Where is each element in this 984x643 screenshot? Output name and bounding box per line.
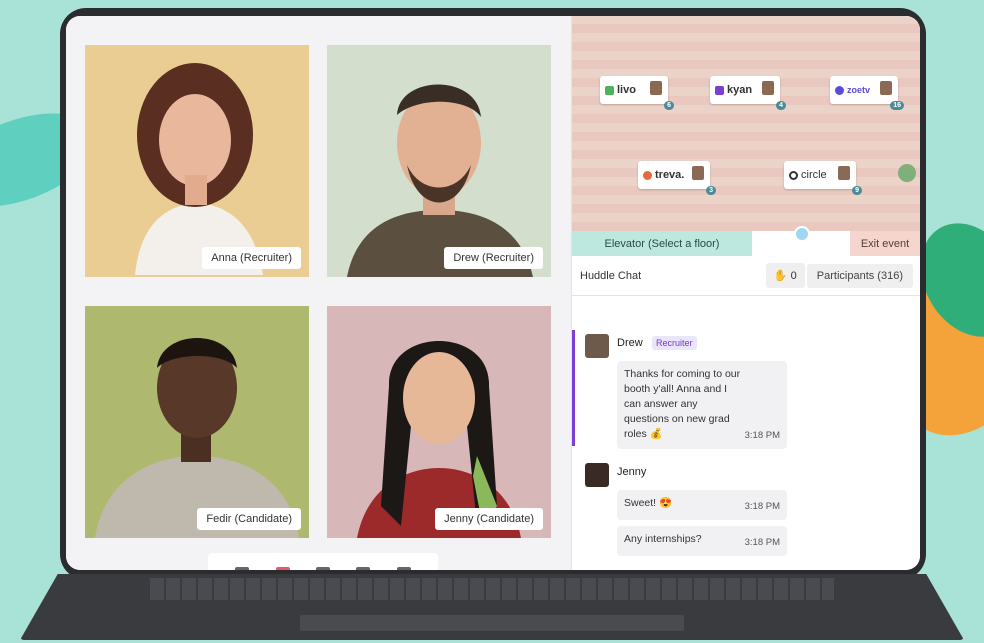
name-tag: Drew (Recruiter) [444,247,543,269]
booth-label: circle [801,169,827,181]
hand-icon: ✋ [773,270,788,282]
booth-label: kyan [727,84,753,96]
message-text: Thanks for coming to our booth y'all! An… [624,368,741,440]
elevator-indicator-icon [794,226,810,242]
avatar [762,81,774,95]
avatar-drew [585,334,609,358]
booth-label: livo [617,84,636,96]
booth-circle[interactable]: circle 9 [784,161,862,195]
participant-video-jenny [357,341,521,538]
exit-event-button[interactable]: Exit event [850,231,920,256]
participants-button[interactable]: Participants (316) [806,263,913,288]
event-floor-map: livo 6 kyan 4 zoetv 16 treva. 3 circle 9 [572,16,920,242]
booth-count: 16 [890,101,904,110]
raised-hands-count: 0 [790,270,797,282]
booth-label: zoetv [847,85,871,95]
screen-share-button[interactable] [396,567,411,570]
active-message-indicator [572,330,575,446]
booth-count: 9 [852,186,862,195]
booth-count: 6 [664,101,674,110]
settings-button[interactable] [235,567,250,570]
message-time: 3:18 PM [744,537,780,548]
event-sidebar: livo 6 kyan 4 zoetv 16 treva. 3 circle 9… [571,16,920,570]
chat-messages: Drew Recruiter Thanks for coming to our … [572,297,920,570]
chat-message: Any internships? 3:18 PM [617,526,787,556]
avatar [880,81,892,95]
camera-off-button[interactable] [275,567,290,570]
booth-kyan[interactable]: kyan 4 [710,76,786,110]
plant-icon [898,164,916,182]
laptop: Anna (Recruiter) Drew (Recruiter) Fedir … [60,8,926,580]
laptop-keyboard [150,578,834,600]
message-time: 3:18 PM [744,430,780,441]
mic-button[interactable] [315,567,330,570]
video-tile-fedir[interactable]: Fedir (Candidate) [85,306,309,538]
kyan-logo-icon [715,85,724,95]
message-author: Drew [617,337,643,349]
booth-livo[interactable]: livo 6 [600,76,674,110]
booth-count: 3 [706,186,716,195]
booth-treva[interactable]: treva. 3 [638,161,716,195]
chat-message: Sweet! 😍 3:18 PM [617,490,787,520]
name-tag: Anna (Recruiter) [202,247,301,269]
booth-count: 4 [776,101,786,110]
video-tile-anna[interactable]: Anna (Recruiter) [85,45,309,277]
message-time: 3:18 PM [744,501,780,512]
avatar-jenny [585,463,609,487]
name-tag: Jenny (Candidate) [435,508,543,530]
circle-logo-icon [789,170,798,180]
video-grid: Anna (Recruiter) Drew (Recruiter) Fedir … [66,16,571,570]
role-badge: Recruiter [652,336,697,350]
chat-message: Thanks for coming to our booth y'all! An… [617,361,787,449]
participant-video-anna [135,63,263,275]
message-author: Jenny [617,466,647,478]
participant-video-drew [347,84,533,277]
participant-video-fedir [95,338,299,538]
booth-label: treva. [655,169,685,181]
booth-zoetv[interactable]: zoetv 16 [830,76,904,110]
app-screen: Anna (Recruiter) Drew (Recruiter) Fedir … [66,16,920,570]
livo-logo-icon [605,85,614,95]
huddle-header: Huddle Chat ✋ 0 Participants (316) [572,256,920,296]
name-tag: Fedir (Candidate) [197,508,301,530]
call-controls [208,553,438,570]
laptop-trackpad [300,615,684,631]
treva-logo-icon [643,170,652,180]
huddle-title: Huddle Chat [580,269,642,282]
raise-hand-button[interactable]: ✋ 0 [765,263,805,288]
avatar [838,166,850,180]
video-tile-drew[interactable]: Drew (Recruiter) [327,45,551,277]
avatar [692,166,704,180]
share-button[interactable] [356,567,371,570]
zoetv-logo-icon [835,85,844,95]
avatar [650,81,662,95]
elevator-button[interactable]: Elevator (Select a floor) [572,231,752,256]
video-tile-jenny[interactable]: Jenny (Candidate) [327,306,551,538]
